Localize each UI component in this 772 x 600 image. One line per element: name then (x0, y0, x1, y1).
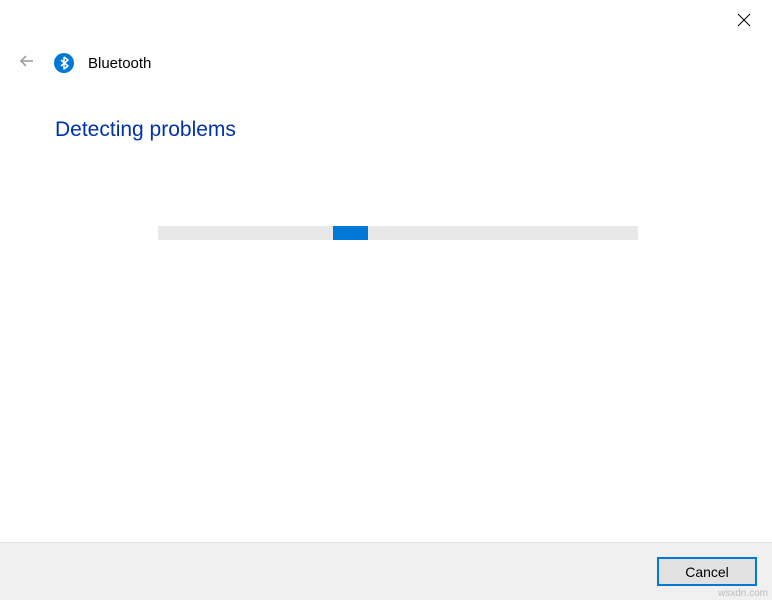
bluetooth-icon (54, 53, 74, 73)
close-icon (737, 13, 751, 32)
progress-fill (333, 226, 368, 240)
status-heading: Detecting problems (55, 118, 236, 142)
back-arrow-icon (18, 52, 36, 75)
cancel-button[interactable]: Cancel (657, 557, 757, 586)
back-button[interactable] (16, 52, 38, 74)
page-title: Bluetooth (88, 55, 151, 72)
watermark: wsxdn.com (718, 588, 768, 599)
header: Bluetooth (16, 52, 151, 74)
progress-bar (158, 226, 638, 240)
close-button[interactable] (734, 12, 754, 32)
footer: Cancel (0, 542, 772, 600)
